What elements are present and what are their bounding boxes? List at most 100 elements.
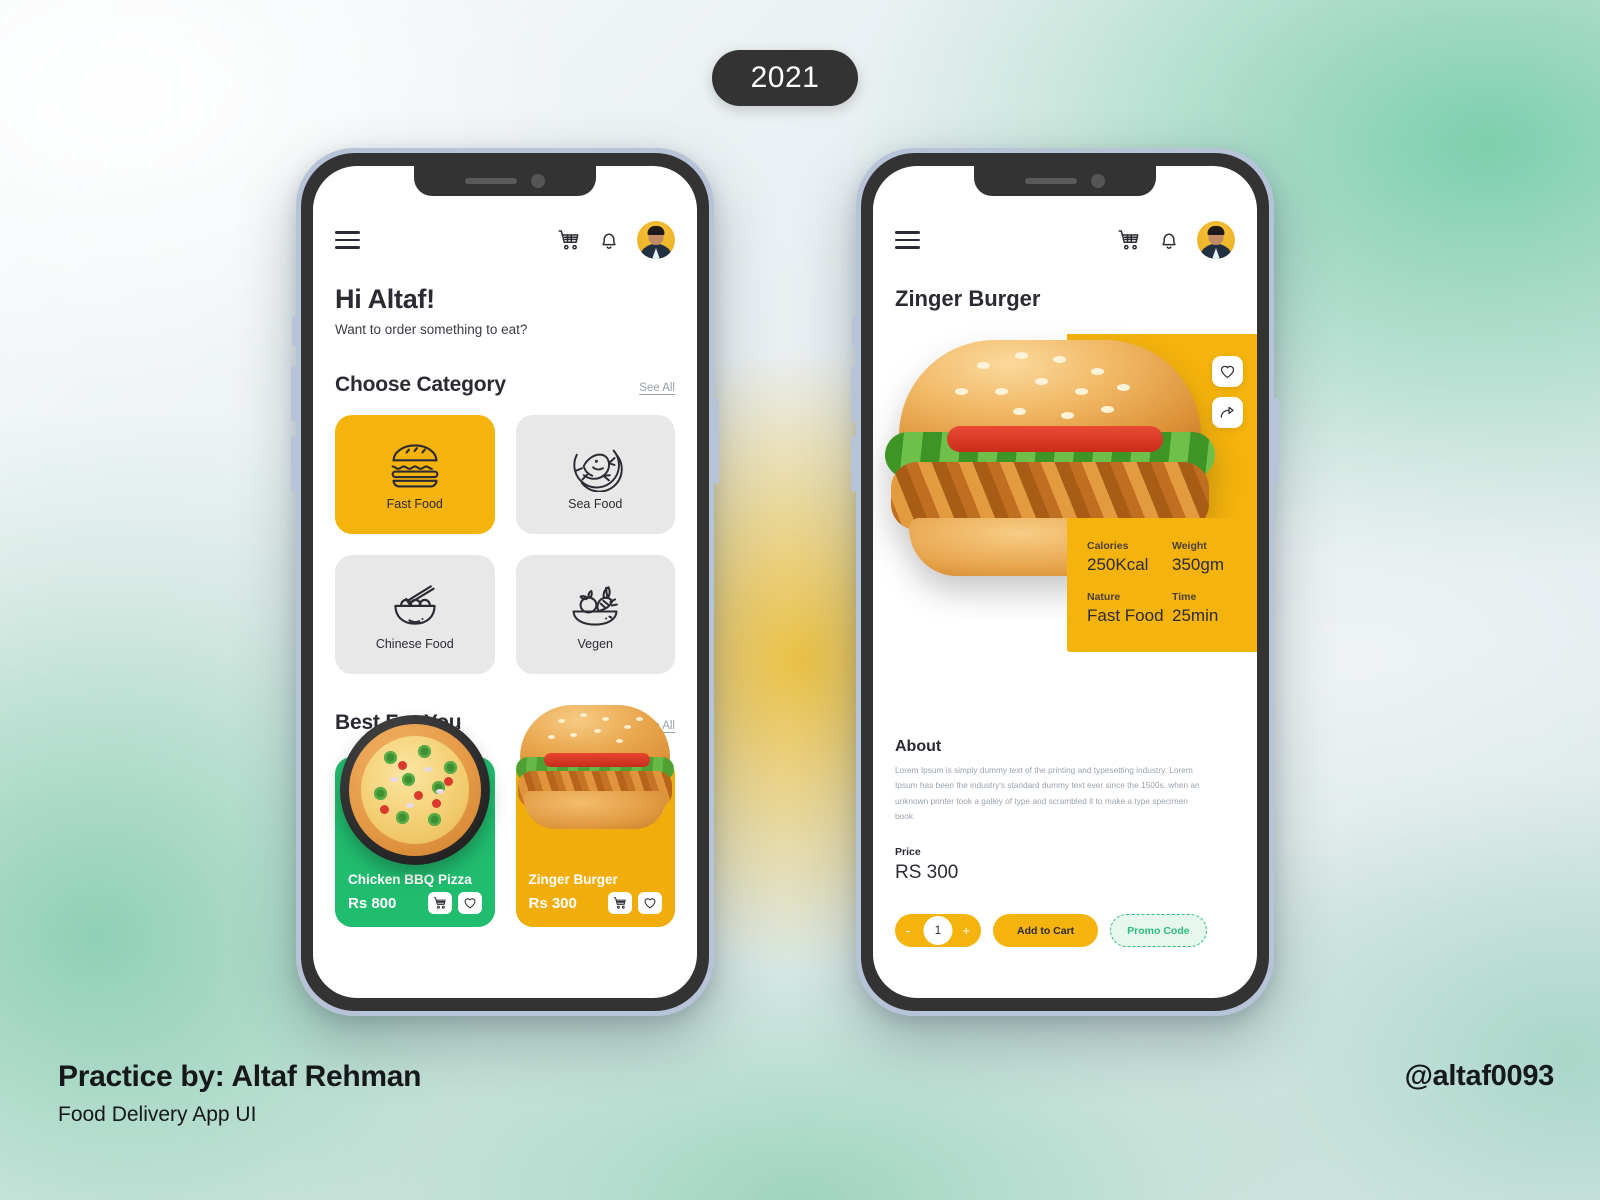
detail-screen: Zinger Burger Calories 250Kcal Weight 35… (873, 166, 1257, 998)
pizza-image (339, 715, 490, 865)
promo-code-button[interactable]: Promo Code (1110, 914, 1207, 947)
nutrition-panel: Calories 250Kcal Weight 350gm Nature Fas… (1067, 518, 1257, 652)
add-to-cart-icon-button[interactable] (608, 892, 632, 914)
food-card-footer: Rs 300 (528, 892, 662, 914)
category-card-fast-food[interactable]: Fast Food (335, 415, 495, 534)
nutrition-item-calories: Calories 250Kcal (1087, 540, 1172, 575)
nutrition-item-time: Time 25min (1172, 591, 1257, 626)
cart-icon[interactable] (1117, 228, 1141, 252)
phone-mockup-home: Hi Altaf! Want to order something to eat… (291, 148, 719, 1016)
hamburger-icon[interactable] (335, 231, 360, 249)
category-label: Fast Food (386, 497, 443, 511)
category-card-chinese-food[interactable]: Chinese Food (335, 555, 495, 674)
category-label: Vegen (577, 637, 613, 651)
price-label: Price (895, 846, 921, 858)
phone-volume-up-button (851, 366, 856, 422)
heart-icon (1220, 365, 1235, 378)
footer-credit: Practice by: Altaf Rehman Food Delivery … (58, 1060, 421, 1127)
category-see-all-link[interactable]: See All (639, 382, 675, 397)
phone-volume-down-button (851, 436, 856, 492)
food-card-footer: Rs 800 (348, 892, 482, 914)
favorite-icon-button[interactable] (457, 892, 482, 914)
home-appbar (313, 214, 697, 266)
food-price: Rs 300 (528, 894, 577, 912)
cart-icon[interactable] (557, 228, 581, 252)
fish-icon (573, 449, 623, 492)
favorite-icon-button[interactable] (638, 892, 662, 914)
detail-appbar (873, 214, 1257, 266)
food-grid: Chicken BBQ Pizza Rs 800 Zinger Burger R… (335, 705, 675, 927)
heart-icon (464, 898, 475, 909)
price-block: Price RS 300 (873, 846, 1257, 884)
category-grid: Fast Food Sea Food Chinese Food Vegen (335, 415, 675, 674)
category-label: Chinese Food (375, 637, 454, 651)
cart-icon (613, 897, 626, 909)
category-card-sea-food[interactable]: Sea Food (515, 415, 675, 534)
food-card-actions (608, 892, 662, 914)
year-badge: 2021 (712, 50, 858, 106)
noodles-icon (394, 585, 436, 625)
favorite-button[interactable] (1212, 356, 1243, 387)
increment-button[interactable]: + (962, 923, 970, 938)
page-title: Zinger Burger (895, 286, 1041, 311)
nutrition-value: 250Kcal (1087, 555, 1149, 574)
cart-icon (433, 897, 446, 909)
phone-notch (414, 166, 596, 196)
phone-volume-down-button (291, 436, 296, 492)
home-screen: Hi Altaf! Want to order something to eat… (313, 166, 697, 998)
best-section-title: Best For You (335, 711, 462, 734)
detail-action-bar: - 1 + Add to Cart Promo Code (873, 914, 1257, 947)
nutrition-item-nature: Nature Fast Food (1087, 591, 1172, 626)
food-name: Zinger Burger (528, 872, 618, 887)
decrement-button[interactable]: - (906, 923, 910, 938)
quantity-value: 1 (923, 916, 953, 945)
food-card-pizza[interactable]: Chicken BBQ Pizza Rs 800 (335, 715, 495, 927)
category-card-vegen[interactable]: Vegen (515, 555, 675, 674)
food-price: Rs 800 (348, 894, 397, 912)
category-section-header: Choose Category See All (335, 373, 675, 397)
phone-power-button (1274, 398, 1279, 484)
share-button[interactable] (1212, 397, 1243, 428)
veggie-icon (572, 586, 619, 626)
add-to-cart-icon-button[interactable] (427, 892, 452, 914)
quantity-stepper[interactable]: - 1 + (895, 914, 981, 947)
add-to-cart-button[interactable]: Add to Cart (993, 914, 1099, 947)
nutrition-key: Time (1172, 591, 1197, 603)
nutrition-value: 25min (1172, 606, 1219, 625)
food-card-zinger-burger[interactable]: Zinger Burger Rs 300 (515, 705, 675, 927)
about-heading: About (895, 738, 942, 755)
greeting-block: Hi Altaf! Want to order something to eat… (313, 284, 697, 337)
nutrition-key: Weight (1172, 540, 1207, 552)
hero-action-buttons (1212, 356, 1243, 428)
phone-volume-up-button (291, 366, 296, 422)
background-highlight (0, 0, 1600, 1200)
front-camera (1091, 174, 1105, 188)
footer-handle: @altaf0093 (1404, 1060, 1555, 1092)
about-section: About Lorem Ipsum is simply dummy text o… (873, 738, 1257, 824)
user-avatar[interactable] (1197, 221, 1235, 259)
category-section: Choose Category See All Fast Food Sea Fo… (313, 373, 697, 674)
front-camera (531, 174, 545, 188)
greeting-title: Hi Altaf! (335, 284, 435, 314)
nutrition-key: Calories (1087, 540, 1129, 552)
earpiece-speaker (465, 178, 517, 184)
phone-notch (974, 166, 1156, 196)
about-body: Lorem Ipsum is simply dummy text of the … (895, 765, 1200, 822)
bell-icon[interactable] (1157, 228, 1181, 252)
phone-mute-button (852, 316, 856, 346)
nutrition-grid: Calories 250Kcal Weight 350gm Nature Fas… (1087, 540, 1257, 626)
share-icon (1220, 406, 1234, 418)
category-label: Sea Food (568, 497, 623, 511)
footer-subtitle: Food Delivery App UI (58, 1103, 257, 1126)
nutrition-key: Nature (1087, 591, 1121, 603)
phone-mockup-detail: Zinger Burger Calories 250Kcal Weight 35… (851, 148, 1279, 1016)
user-avatar[interactable] (637, 221, 675, 259)
best-see-all-link[interactable]: See All (639, 720, 675, 735)
bell-icon[interactable] (597, 228, 621, 252)
footer-title: Practice by: Altaf Rehman (58, 1060, 422, 1093)
appbar-actions (557, 221, 675, 259)
hamburger-icon[interactable] (895, 231, 920, 249)
best-section-header: Best For You See All (335, 711, 675, 735)
greeting-subtitle: Want to order something to eat? (335, 322, 528, 337)
category-section-title: Choose Category (335, 373, 506, 396)
